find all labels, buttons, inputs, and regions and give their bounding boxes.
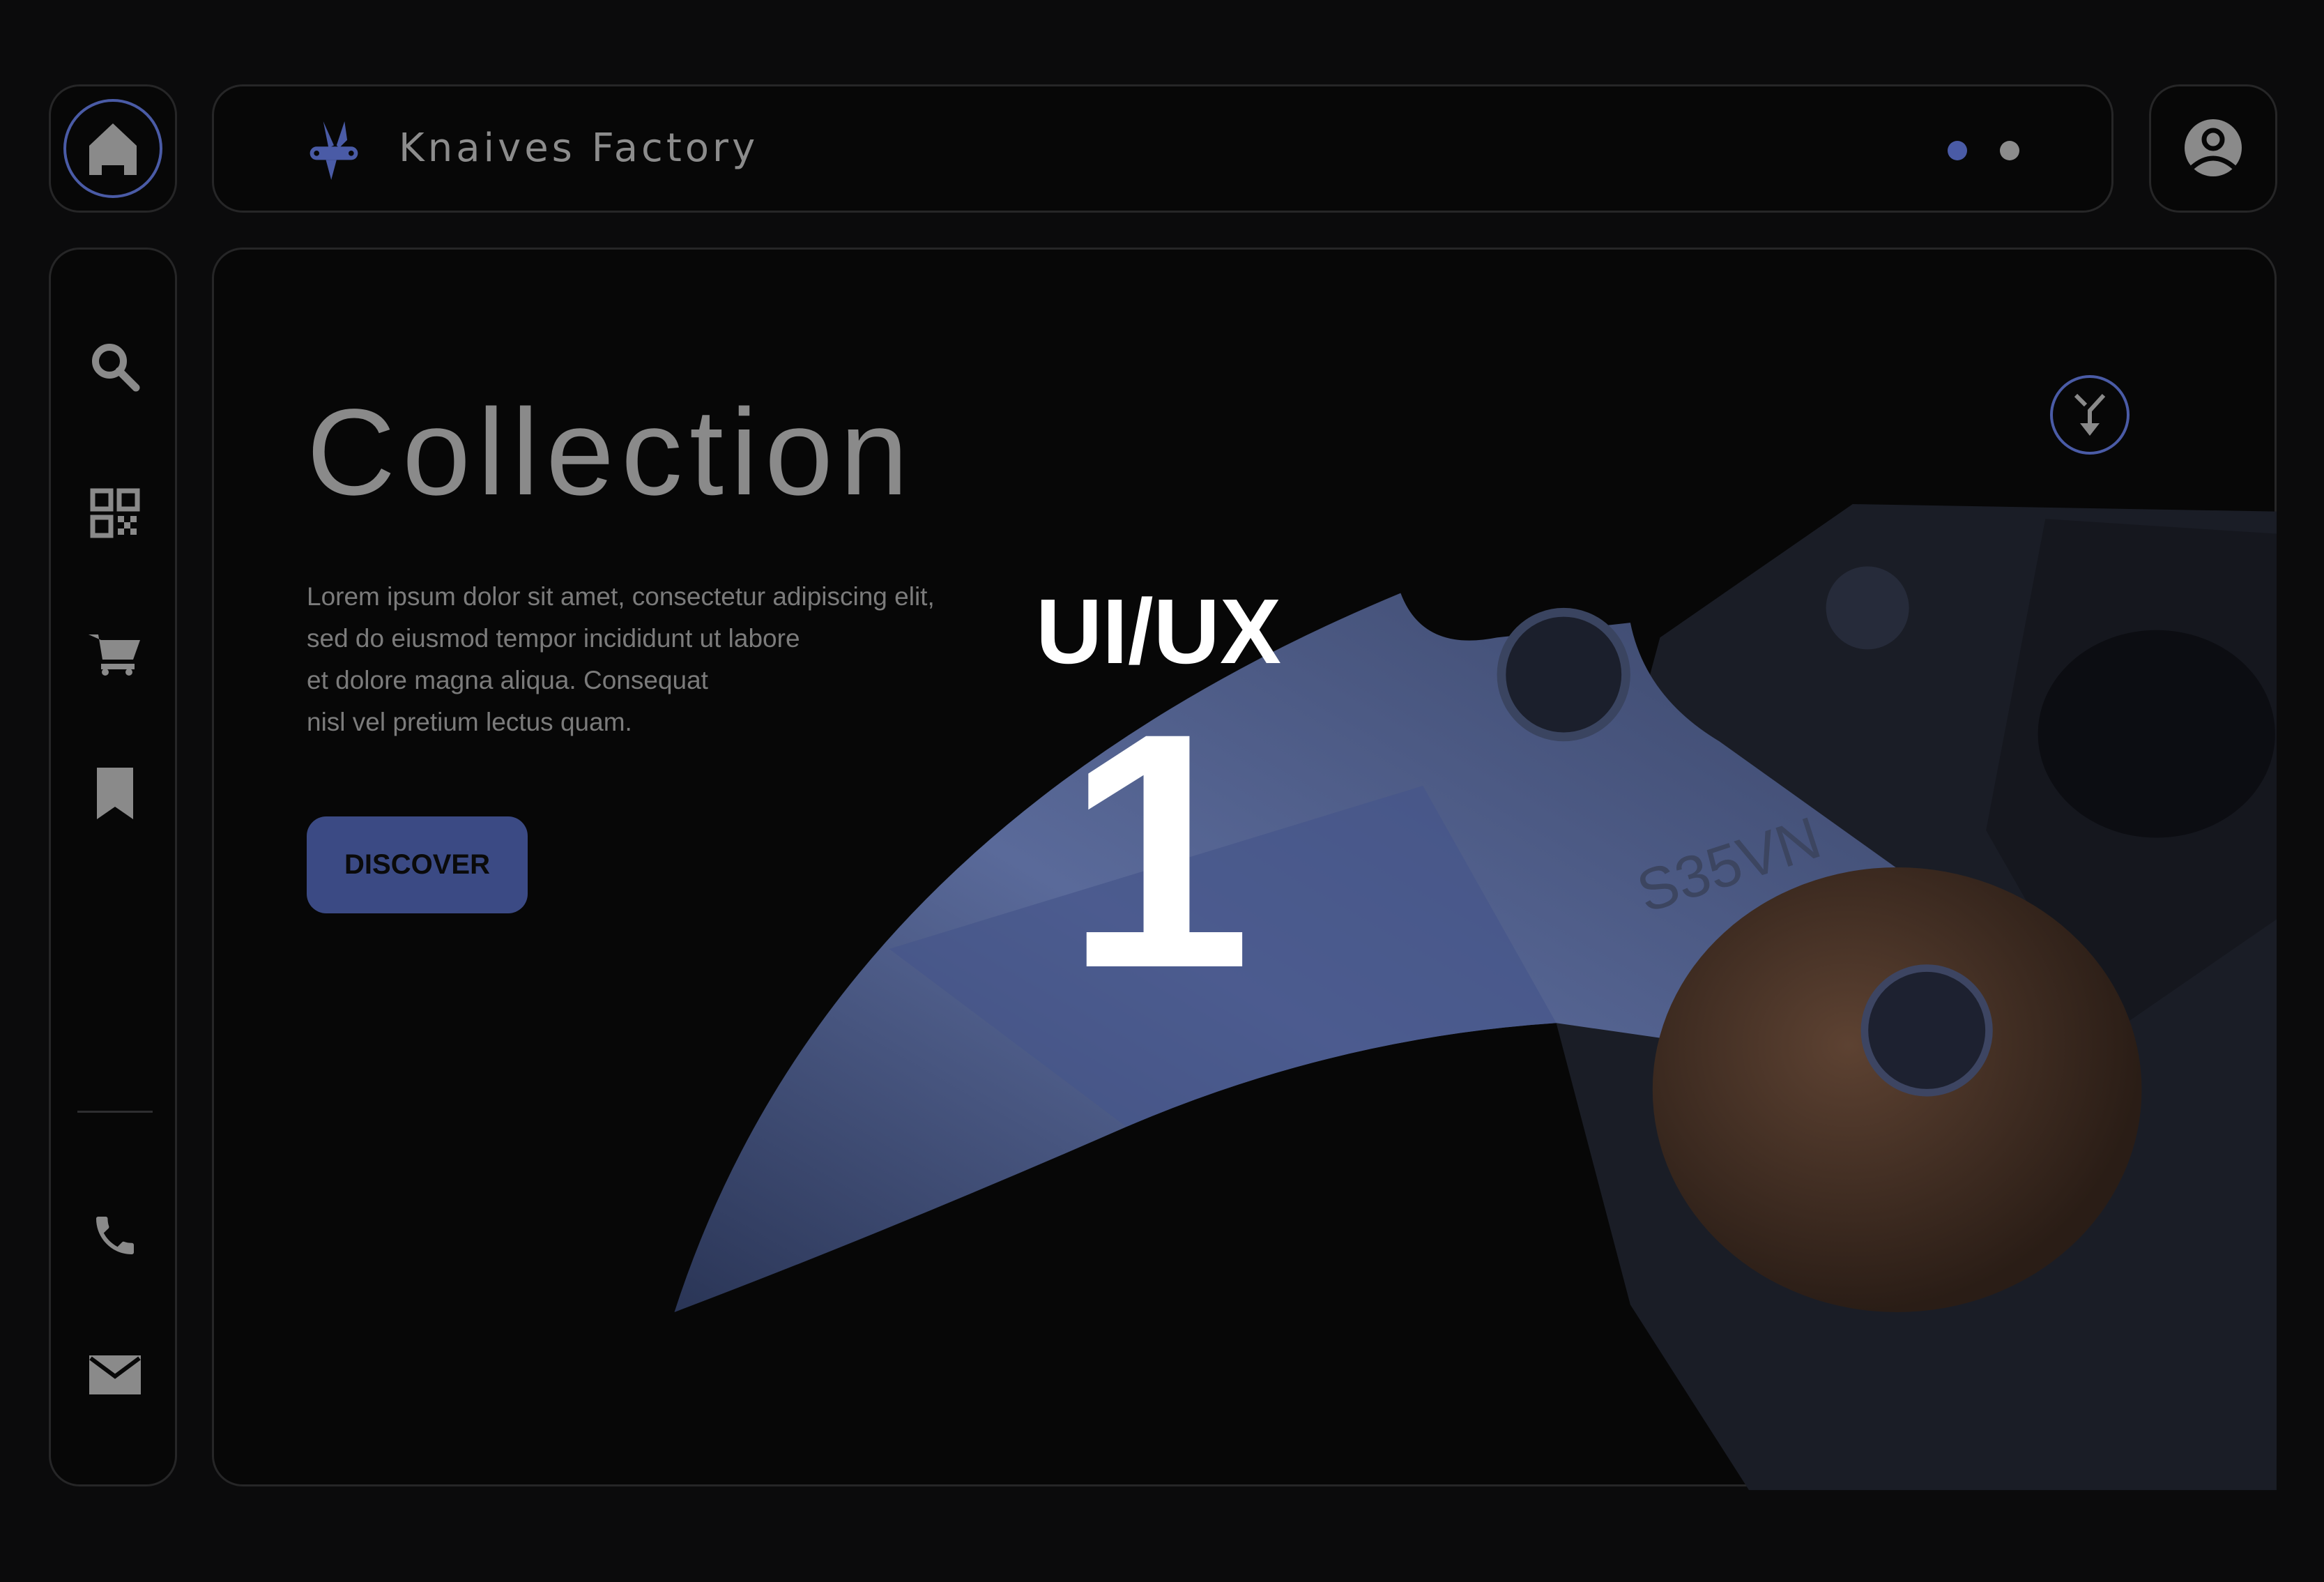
- discover-button[interactable]: DISCOVER: [307, 816, 528, 913]
- page-title: Collection: [307, 384, 915, 521]
- overlay-number: 1: [1065, 663, 1252, 1037]
- merge-arrow-down-icon: [2074, 393, 2106, 436]
- description-line: et dolore magna aliqua. Consequat: [307, 666, 708, 694]
- scroll-down-button[interactable]: [2050, 375, 2130, 455]
- hero-description: Lorem ipsum dolor sit amet, consectetur …: [307, 576, 935, 743]
- page: Knaives Factory S35VN Collection Lorem i…: [0, 0, 2324, 1582]
- description-line: Lorem ipsum dolor sit amet, consectetur …: [307, 582, 935, 611]
- description-line: sed do eiusmod tempor incididunt ut labo…: [307, 624, 800, 653]
- description-line: nisl vel pretium lectus quam.: [307, 708, 632, 736]
